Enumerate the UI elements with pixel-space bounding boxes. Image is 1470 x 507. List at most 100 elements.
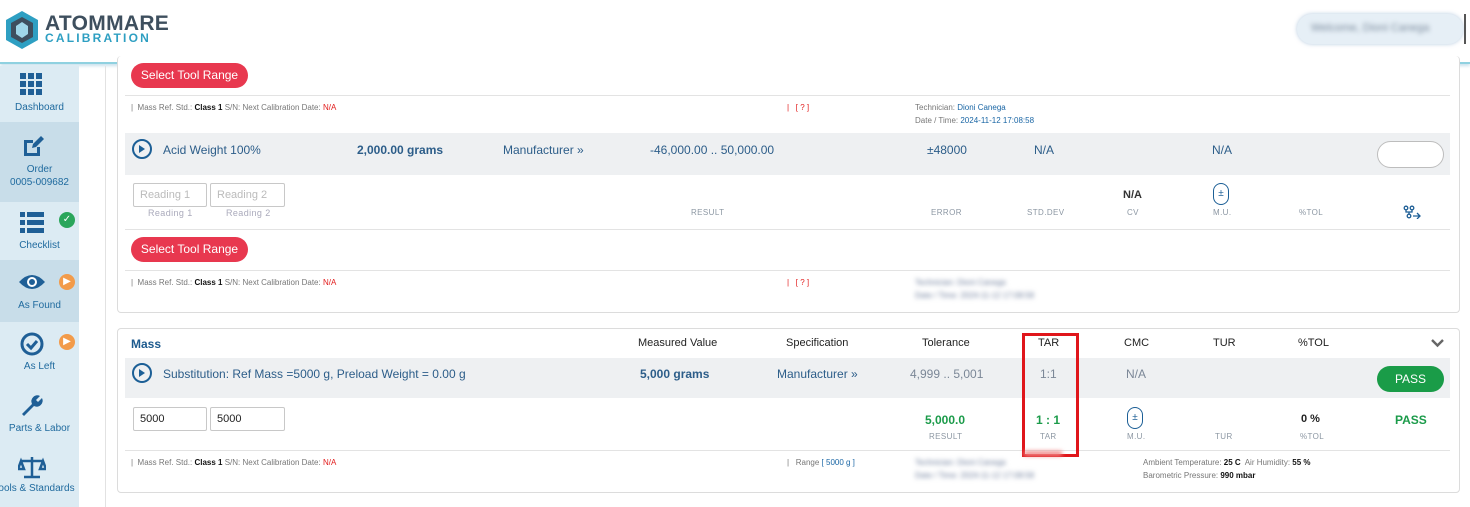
barometric-value: 990 mbar bbox=[1220, 471, 1256, 480]
sidebar-item-parts-labor[interactable]: Parts & Labor bbox=[0, 384, 79, 446]
technician-info-blurred: Technician: Dioni Canega bbox=[915, 278, 1006, 287]
divider bbox=[125, 229, 1450, 230]
spec-link[interactable]: Manufacturer » bbox=[503, 143, 584, 157]
sidebar-item-tools-standards[interactable]: ools & Standards bbox=[0, 446, 79, 507]
tol-label: %TOL bbox=[1299, 208, 1324, 217]
as-found-status-badge: ▶ bbox=[59, 274, 75, 290]
reading-1-label: Reading 1 bbox=[148, 208, 193, 218]
percent-tol-value: 0 % bbox=[1301, 413, 1320, 425]
expand-row-icon[interactable] bbox=[132, 363, 152, 383]
row-value: 2,000.00 grams bbox=[357, 143, 444, 157]
as-left-status-badge: ▶ bbox=[59, 334, 75, 350]
mu-plus-minus-button[interactable]: ± bbox=[1127, 407, 1143, 429]
chevron-down-icon[interactable] bbox=[1431, 339, 1444, 348]
ambient-temp-value: 25 C bbox=[1223, 458, 1241, 467]
reading-1-input[interactable] bbox=[133, 407, 207, 431]
expand-row-icon[interactable] bbox=[132, 139, 152, 159]
brand-subtitle: CALIBRATION bbox=[45, 31, 151, 45]
reading-2-input[interactable] bbox=[210, 183, 285, 207]
next-cal-date: N/A bbox=[322, 458, 337, 467]
datetime-info-blurred: Date / Time: 2024-11-12 17:08:58 bbox=[915, 471, 1035, 480]
ref-std-label: Mass Ref. Std.: bbox=[137, 278, 195, 287]
divider bbox=[125, 270, 1450, 271]
ambient-temp-label: Ambient Temperature: bbox=[1143, 458, 1224, 467]
row-tar: N/A bbox=[1034, 143, 1055, 157]
scale-icon bbox=[18, 457, 46, 479]
datetime-info: Date / Time: 2024-11-12 17:08:58 bbox=[915, 116, 1034, 125]
ref-std-class: Class 1 bbox=[194, 458, 223, 467]
environment-info: Ambient Temperature: 25 C Air Humidity: … bbox=[1143, 458, 1311, 467]
sidebar-label-order: Order bbox=[26, 164, 53, 175]
sidebar-order-number: 0005-009682 bbox=[10, 177, 69, 188]
unknown-range-link-2[interactable]: | [ ? ] bbox=[787, 278, 809, 287]
table-row bbox=[125, 133, 1450, 175]
barometric-label: Barometric Pressure: bbox=[1143, 471, 1221, 480]
mu-plus-minus-button[interactable]: ± bbox=[1213, 183, 1229, 205]
datetime-info-blurred: Date / Time: 2024-11-12 17:08:58 bbox=[915, 291, 1035, 300]
col-specification: Specification bbox=[786, 337, 849, 349]
highlight-box bbox=[1022, 333, 1079, 457]
air-humidity-value: 55 % bbox=[1292, 458, 1311, 467]
ref-std-info: | Mass Ref. Std.: Class 1 S/N: Next Cali… bbox=[131, 103, 337, 112]
sidebar-item-as-left[interactable]: ▶ As Left bbox=[0, 322, 79, 384]
row-range: -46,000.00 .. 50,000.00 bbox=[650, 143, 775, 157]
pass-status: PASS bbox=[1395, 413, 1427, 427]
reading-2-input[interactable] bbox=[210, 407, 285, 431]
ref-std-class: Class 1 bbox=[194, 278, 223, 287]
unknown-range-link[interactable]: | [ ? ] bbox=[787, 103, 809, 112]
col-measured-value: Measured Value bbox=[638, 337, 718, 349]
connect-icon[interactable] bbox=[1403, 205, 1421, 219]
datetime-value: 2024-11-12 17:08:58 bbox=[960, 116, 1035, 125]
result-label: RESULT bbox=[929, 432, 963, 441]
divider bbox=[125, 95, 1450, 96]
row-range: 4,999 .. 5,001 bbox=[910, 367, 984, 381]
select-tool-range-button-2[interactable]: Select Tool Range bbox=[131, 237, 248, 262]
stddev-label: STD.DEV bbox=[1027, 208, 1065, 217]
sidebar-label-dashboard: Dashboard bbox=[15, 102, 64, 113]
sidebar-item-dashboard[interactable]: Dashboard bbox=[0, 66, 79, 122]
technician-info: Technician: Dioni Canega bbox=[915, 103, 1006, 112]
welcome-text: Welcome, Dioni Canega bbox=[1311, 22, 1430, 34]
checklist-complete-badge: ✓ bbox=[59, 212, 75, 228]
sidebar-item-order[interactable]: Order 0005-009682 bbox=[0, 122, 79, 202]
unknown-range-text: [ ? ] bbox=[795, 278, 810, 287]
sidebar-label-checklist: Checklist bbox=[19, 240, 60, 251]
select-tool-range-button[interactable]: Select Tool Range bbox=[131, 63, 248, 88]
spec-link[interactable]: Manufacturer » bbox=[777, 367, 858, 381]
technician-name: Dioni Canega bbox=[957, 103, 1006, 112]
reading-2-label: Reading 2 bbox=[226, 208, 271, 218]
sidebar-item-checklist[interactable]: ✓ Checklist bbox=[0, 202, 79, 260]
row-name: Acid Weight 100% bbox=[163, 143, 261, 157]
wrench-icon bbox=[22, 395, 43, 416]
sidebar-item-as-found[interactable]: ▶ As Found bbox=[0, 260, 79, 322]
row-value: 5,000 grams bbox=[640, 367, 710, 381]
cv-label: CV bbox=[1127, 208, 1139, 217]
check-circle-icon bbox=[20, 332, 44, 356]
welcome-user-button[interactable]: Welcome, Dioni Canega bbox=[1297, 14, 1463, 44]
range-label: Range bbox=[795, 458, 822, 467]
sidebar-label-as-left: As Left bbox=[23, 361, 56, 372]
technician-label: Technician: bbox=[915, 103, 958, 112]
status-button[interactable] bbox=[1377, 141, 1444, 168]
percent-tol-label: %TOL bbox=[1300, 432, 1325, 441]
col-tolerance: Tolerance bbox=[922, 337, 970, 349]
atommare-logo[interactable] bbox=[4, 10, 40, 50]
ref-std-label: Mass Ref. Std.: bbox=[137, 103, 195, 112]
row-tur: N/A bbox=[1212, 143, 1233, 157]
reading-1-input[interactable] bbox=[133, 183, 207, 207]
barometric-info: Barometric Pressure: 990 mbar bbox=[1143, 471, 1256, 480]
sidebar-label-as-found: As Found bbox=[18, 300, 61, 311]
range-value: [ 5000 g ] bbox=[821, 458, 855, 467]
col-tur: TUR bbox=[1213, 337, 1236, 349]
ref-std-info-3: | Mass Ref. Std.: Class 1 S/N: Next Cali… bbox=[131, 458, 337, 467]
pass-button[interactable]: PASS bbox=[1377, 366, 1444, 392]
mu-label: M.U. bbox=[1213, 208, 1232, 217]
next-cal-label: S/N: Next Calibration Date: bbox=[222, 458, 323, 467]
col-cmc: CMC bbox=[1124, 337, 1150, 349]
unknown-range-text: [ ? ] bbox=[795, 103, 810, 112]
row-cmc: N/A bbox=[1126, 367, 1147, 381]
scroll-edge bbox=[1464, 14, 1466, 44]
technician-info-blurred: Technician: Dioni Canega bbox=[915, 458, 1006, 467]
highlight-smudge bbox=[1024, 451, 1062, 456]
sidebar-label-tools-standards: ools & Standards bbox=[0, 483, 75, 494]
